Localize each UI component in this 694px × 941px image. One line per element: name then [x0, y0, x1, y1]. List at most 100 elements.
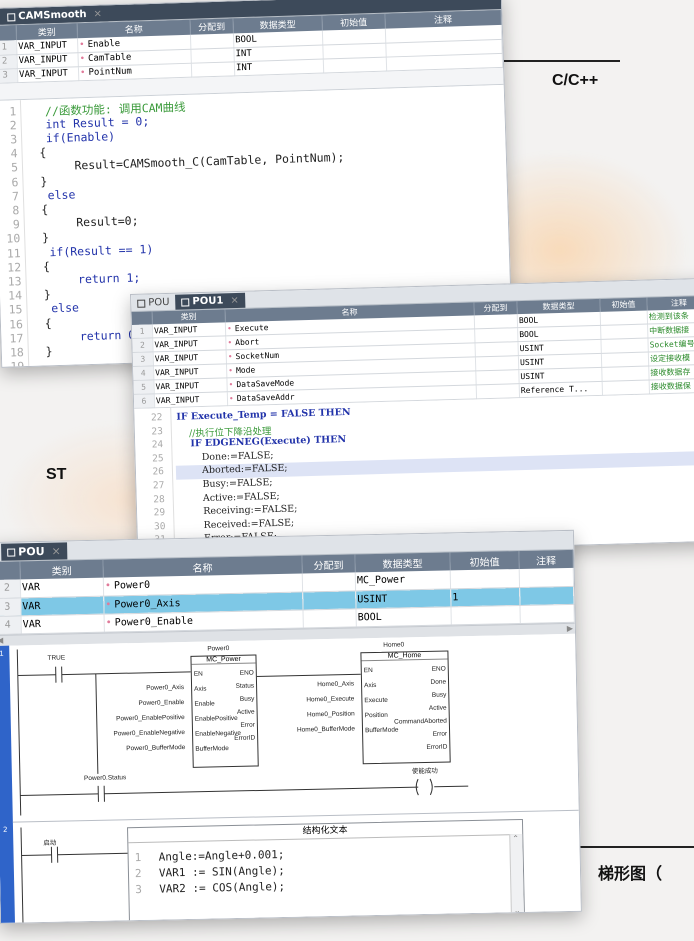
line-number: 28 — [153, 493, 165, 506]
vertical-scrollbar[interactable]: ⌃ ⌄ — [509, 833, 524, 915]
code-line: Active:=FALSE; — [178, 490, 280, 505]
pou-icon — [181, 297, 190, 307]
var-marker-icon: • — [228, 380, 234, 390]
row-init[interactable] — [601, 366, 650, 382]
close-icon[interactable]: × — [93, 6, 102, 21]
pou-icon — [137, 299, 146, 308]
line-number: 15 — [8, 302, 23, 317]
row-assign[interactable] — [302, 590, 356, 610]
line-number: 7 — [11, 188, 20, 204]
row-number: 2 — [0, 579, 21, 598]
pou-icon — [7, 12, 16, 21]
row-assign[interactable] — [190, 47, 235, 63]
line-number: 9 — [12, 217, 21, 232]
row-assign[interactable] — [474, 327, 518, 343]
row-type[interactable]: MC_Power — [355, 570, 451, 591]
row-assign[interactable] — [190, 33, 234, 49]
row-name-text: SocketNum — [235, 350, 280, 362]
var-marker-icon: • — [79, 54, 86, 65]
tab-label: POU1 — [192, 295, 224, 308]
row-comment[interactable]: 检测到该条 — [647, 308, 694, 325]
fb-output-pin: Busy — [431, 691, 447, 699]
row-comment[interactable]: 设定接收模 — [648, 350, 694, 367]
rung-wire — [57, 852, 128, 855]
fb-output-pin: Busy — [239, 695, 255, 703]
fb-input-variable[interactable]: Power0_BufferMode — [126, 743, 185, 751]
fb-input-variable[interactable]: Power0_EnablePositive — [116, 714, 185, 722]
line-number: 4 — [10, 146, 18, 161]
var-marker-icon: • — [105, 599, 112, 611]
line-number: 12 — [7, 259, 22, 275]
row-comment[interactable]: 接收数据存 — [648, 364, 694, 381]
code-line: { — [28, 258, 51, 274]
row-name-text: Mode — [235, 365, 256, 376]
tab-pou[interactable]: POU × — [1, 542, 67, 561]
row-init[interactable] — [600, 310, 648, 326]
fb-input-variable[interactable]: Home0_Execute — [306, 695, 354, 703]
row-comment[interactable] — [519, 585, 574, 605]
row-init[interactable] — [450, 604, 521, 625]
row-name-text: Power0_Enable — [114, 615, 194, 628]
tab-pou[interactable]: POU — [131, 295, 176, 311]
row-assign[interactable] — [475, 369, 520, 385]
fb-input-variable[interactable]: Power0_Axis — [146, 684, 184, 692]
row-assign[interactable] — [475, 355, 519, 371]
row-assign[interactable] — [474, 341, 519, 357]
code-line: } — [31, 344, 53, 359]
fb-input-variable[interactable]: Power0_EnableNegative — [113, 729, 185, 737]
ladder-label: 梯形图（ — [598, 866, 663, 883]
row-assign[interactable] — [474, 314, 518, 329]
row-comment[interactable]: 中断数据接 — [647, 322, 694, 339]
tab-pou1[interactable]: POU1 × — [175, 292, 245, 310]
fb-mc-home[interactable]: MC_Home EN Axis Execute Position BufferMode E… — [360, 649, 451, 764]
fb-input-variable[interactable]: Home0_Position — [307, 710, 355, 718]
scroll-up-icon[interactable]: ⌃ — [512, 834, 519, 843]
fb-input-pin: Axis — [364, 681, 377, 689]
fb-input-variable[interactable]: Home0_BufferMode — [297, 725, 355, 733]
code-line: VAR2 := COS(Angle); — [159, 879, 286, 896]
fb-output-pin: Active — [236, 708, 255, 716]
fb-input-variable[interactable]: Home0_Axis — [317, 680, 354, 688]
row-assign[interactable] — [302, 572, 356, 592]
row-comment[interactable] — [519, 603, 575, 623]
fb-input-variable[interactable]: Power0_Enable — [138, 699, 184, 707]
line-number: 13 — [7, 274, 22, 289]
row-init[interactable] — [600, 338, 649, 354]
code-line: Done:=FALSE; — [177, 449, 274, 464]
close-icon[interactable]: × — [230, 293, 239, 308]
col-rownum — [0, 25, 17, 41]
code-line: Result=CAMSmooth_C(CamTable, PointNum); — [25, 150, 345, 175]
code-line: Received:=FALSE; — [179, 517, 295, 532]
row-assign[interactable] — [191, 61, 235, 77]
row-init[interactable] — [450, 568, 520, 589]
st-label: ST — [46, 466, 67, 483]
fb-input-pin: EnablePositive — [194, 714, 238, 723]
row-assign[interactable] — [476, 383, 520, 399]
row-type[interactable]: USINT — [355, 588, 451, 609]
code-line: Receiving:=FALSE; — [178, 503, 298, 518]
fb-output-pin: Status — [235, 682, 255, 690]
left-power-rail — [20, 826, 24, 923]
code-line: { — [30, 315, 52, 331]
row-init[interactable] — [601, 352, 649, 368]
branch-wire — [95, 673, 99, 774]
row-comment[interactable]: Socket编号 — [647, 336, 694, 353]
st-block[interactable]: 结构化文本 1 Angle:=Angle+0.001; 2 VAR1 := SIN(A… — [126, 818, 525, 924]
scroll-right-icon[interactable]: ▶ — [567, 623, 573, 632]
row-init[interactable] — [600, 324, 648, 340]
row-assign[interactable] — [302, 608, 357, 628]
rung-wire — [17, 673, 56, 676]
row-init[interactable]: 1 — [450, 586, 520, 607]
row-type[interactable]: BOOL — [355, 606, 452, 627]
row-init[interactable] — [323, 56, 387, 73]
row-comment[interactable] — [519, 567, 574, 587]
fb-input-pin: Axis — [194, 685, 207, 693]
scroll-left-icon[interactable]: ◀ — [0, 635, 3, 644]
code-line: VAR1 := SIN(Angle); — [158, 863, 285, 880]
row-init[interactable] — [602, 380, 650, 396]
row-comment[interactable]: 接收数据保 — [649, 378, 694, 395]
fb-input-pin: BufferMode — [195, 744, 229, 753]
close-icon[interactable]: × — [51, 544, 61, 559]
fb-mc-power[interactable]: MC_Power EN Axis Enable EnablePositive Enabl… — [190, 653, 259, 768]
scroll-down-icon[interactable]: ⌄ — [514, 906, 521, 915]
